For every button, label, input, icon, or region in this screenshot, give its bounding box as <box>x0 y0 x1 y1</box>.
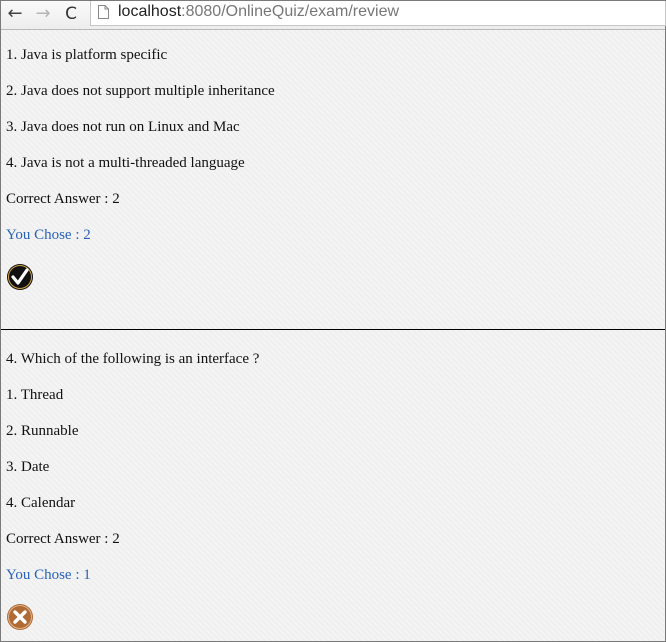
option-4: 4. Calendar <box>6 495 76 511</box>
page-icon <box>98 5 109 19</box>
question-text: 4. Which of the following is an interfac… <box>6 351 260 367</box>
address-bar[interactable]: localhost:8080/OnlineQuiz/exam/review <box>90 1 666 26</box>
cross-icon <box>7 604 33 630</box>
back-button[interactable]: ← <box>3 3 27 25</box>
check-icon <box>7 264 33 290</box>
url-path: :8080/OnlineQuiz/exam/review <box>181 3 400 20</box>
option-1: 1. Thread <box>6 387 64 403</box>
browser-window: ← → C localhost:8080/OnlineQuiz/exam/rev… <box>0 0 666 642</box>
option-3: 3. Date <box>6 459 50 475</box>
url-host: localhost <box>118 3 182 20</box>
browser-toolbar: ← → C localhost:8080/OnlineQuiz/exam/rev… <box>1 1 666 30</box>
forward-button[interactable]: → <box>31 3 55 25</box>
you-chose: You Chose : 2 <box>6 227 91 243</box>
url-text[interactable]: localhost:8080/OnlineQuiz/exam/review <box>118 3 399 21</box>
option-1: 1. Java is platform specific <box>6 47 168 63</box>
correct-answer: Correct Answer : 2 <box>6 191 120 207</box>
option-2: 2. Java does not support multiple inheri… <box>6 83 275 99</box>
question-divider <box>1 329 665 330</box>
option-3: 3. Java does not run on Linux and Mac <box>6 119 240 135</box>
you-chose: You Chose : 1 <box>6 567 91 583</box>
reload-button[interactable]: C <box>59 3 83 25</box>
option-2: 2. Runnable <box>6 423 79 439</box>
correct-answer: Correct Answer : 2 <box>6 531 120 547</box>
option-4: 4. Java is not a multi-threaded language <box>6 155 245 171</box>
